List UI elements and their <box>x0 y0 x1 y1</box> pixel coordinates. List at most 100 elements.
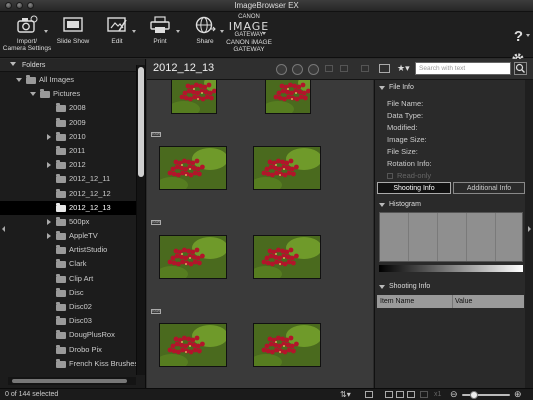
zoom-out-icon[interactable]: ⊖ <box>450 389 458 400</box>
folder-item[interactable]: 2012 <box>0 158 136 172</box>
folder-item[interactable]: Drobo Pix <box>0 343 136 357</box>
folder-icon <box>26 75 36 84</box>
preview-view-icon[interactable] <box>407 391 415 398</box>
print-button[interactable]: Print <box>143 14 177 45</box>
star-rating-filter-icon[interactable]: ★▾ <box>397 63 410 74</box>
folder-item[interactable]: 2012_12_12 <box>0 187 136 201</box>
scrollbar-thumb[interactable] <box>12 379 127 383</box>
file-info-header[interactable]: File Info <box>375 82 526 94</box>
folder-item[interactable]: Disc03 <box>0 314 136 328</box>
folder-item[interactable]: French Kiss Brushes <box>0 357 136 371</box>
photo-thumbnail[interactable] <box>253 235 321 279</box>
folder-item[interactable]: Disc02 <box>0 300 136 314</box>
toolbar: Import/ Camera Settings Slide Show Edit … <box>0 12 533 65</box>
tab-shooting-info[interactable]: Shooting Info <box>377 182 451 194</box>
folders-header[interactable]: Folders <box>0 59 145 72</box>
right-panel-edge <box>525 80 533 388</box>
photo-thumbnail[interactable] <box>159 235 227 279</box>
item-name-column-header[interactable]: Item Name <box>380 295 414 308</box>
folder-item[interactable]: 2010 <box>0 130 136 144</box>
shooting-info-header[interactable]: Shooting Info <box>375 281 526 293</box>
disclosure-open-icon[interactable] <box>30 92 36 97</box>
folder-icon <box>56 231 66 241</box>
data-type-label: Data Type: <box>387 111 424 120</box>
collapse-triangle-icon <box>379 285 385 289</box>
chevron-down-icon[interactable] <box>132 30 136 33</box>
folders-scrollbar[interactable] <box>136 65 145 375</box>
edit-button[interactable]: Edit <box>100 14 134 45</box>
help-icon[interactable]: ? <box>514 28 523 45</box>
folder-icon <box>56 160 66 170</box>
canon-image-gateway-button[interactable]: CANON IMAGE GATEWAY CANON iMAGE GATEWAY <box>224 14 274 53</box>
folder-item[interactable]: 2008 <box>0 101 136 115</box>
folders-horizontal-scrollbar[interactable] <box>8 377 136 385</box>
histogram-header[interactable]: Histogram <box>375 199 526 211</box>
scrollbar-thumb[interactable] <box>138 67 144 177</box>
share-button[interactable]: Share <box>188 14 222 45</box>
slideshow-icon <box>61 14 85 36</box>
chevron-down-icon[interactable] <box>526 34 530 37</box>
folder-item[interactable]: 2012_12_11 <box>0 172 136 186</box>
folder-item[interactable]: Clip Art <box>0 272 136 286</box>
chevron-down-icon[interactable] <box>176 30 180 33</box>
zoom-in-icon[interactable]: ⊕ <box>514 389 522 400</box>
value-column-header[interactable]: Value <box>452 295 472 308</box>
folder-item[interactable]: Pictures <box>0 87 136 101</box>
folder-item[interactable]: Clark <box>0 257 136 271</box>
disclosure-closed-icon[interactable] <box>47 233 51 240</box>
photo-thumbnail[interactable] <box>253 146 321 190</box>
printer-icon <box>148 14 172 36</box>
photo-thumbnail[interactable] <box>171 80 217 114</box>
rotate-icon[interactable] <box>276 64 287 75</box>
photo-thumbnail[interactable] <box>159 146 227 190</box>
raw-badge: RAW <box>151 309 161 314</box>
info-view-icon[interactable] <box>365 391 373 398</box>
folder-icon <box>56 174 66 184</box>
checkbox-box[interactable] <box>387 173 393 179</box>
search-input[interactable]: Search with text <box>415 62 511 75</box>
disclosure-open-icon[interactable] <box>16 78 22 82</box>
read-only-checkbox[interactable]: Read-only <box>387 171 431 180</box>
folder-label: AppleTV <box>69 231 98 241</box>
folder-item[interactable]: DougPlusRox <box>0 328 136 342</box>
browser-header: 2012_12_13 <box>147 59 375 80</box>
folder-item[interactable]: 2011 <box>0 144 136 158</box>
photo-thumbnail[interactable] <box>159 323 227 367</box>
tab-additional-info[interactable]: Additional Info <box>453 182 525 194</box>
zoom-slider-knob[interactable] <box>470 391 478 399</box>
modified-label: Modified: <box>387 123 418 132</box>
folder-label: Disc <box>69 287 84 297</box>
chevron-down-icon[interactable] <box>262 32 266 35</box>
fullscreen-icon[interactable] <box>420 391 428 398</box>
disclosure-closed-icon[interactable] <box>47 133 51 140</box>
histogram-gridline <box>495 213 496 261</box>
search-button[interactable] <box>514 62 527 75</box>
folder-item[interactable]: 2009 <box>0 116 136 130</box>
chevron-down-icon[interactable] <box>44 30 48 33</box>
trash-icon[interactable] <box>361 65 369 72</box>
folder-item[interactable]: Disc <box>0 286 136 300</box>
collapse-right-panel-icon[interactable] <box>528 226 531 232</box>
forward-icon[interactable] <box>308 64 319 75</box>
collapse-left-panel-icon[interactable] <box>2 226 5 232</box>
folder-item[interactable]: AppleTV <box>0 229 136 243</box>
list-view-icon[interactable] <box>396 391 404 398</box>
folder-item[interactable]: All Images <box>0 73 136 87</box>
copy-icon[interactable] <box>340 65 348 72</box>
photo-thumbnail[interactable] <box>265 80 311 114</box>
thumbnail-view-icon[interactable] <box>385 391 393 398</box>
canon-image-gateway-logo: CANON IMAGE GATEWAY <box>228 14 270 38</box>
sort-icon[interactable]: ⇅▾ <box>340 389 351 400</box>
folder-item[interactable]: 2012_12_13 <box>0 200 136 215</box>
folder-item[interactable]: 500px <box>0 215 136 229</box>
disclosure-closed-icon[interactable] <box>47 218 51 225</box>
compare-icon[interactable] <box>325 65 333 72</box>
photo-thumbnail[interactable] <box>253 323 321 367</box>
import-camera-settings-button[interactable]: Import/ Camera Settings <box>2 14 52 52</box>
disclosure-closed-icon[interactable] <box>47 162 51 169</box>
folder-item[interactable]: ArtistStudio <box>0 243 136 257</box>
back-icon[interactable] <box>292 64 303 75</box>
thumbnail-grid: RAW RAW RAW <box>147 80 373 388</box>
view-mode-icon[interactable] <box>379 64 390 73</box>
slide-show-button[interactable]: Slide Show <box>55 14 91 45</box>
